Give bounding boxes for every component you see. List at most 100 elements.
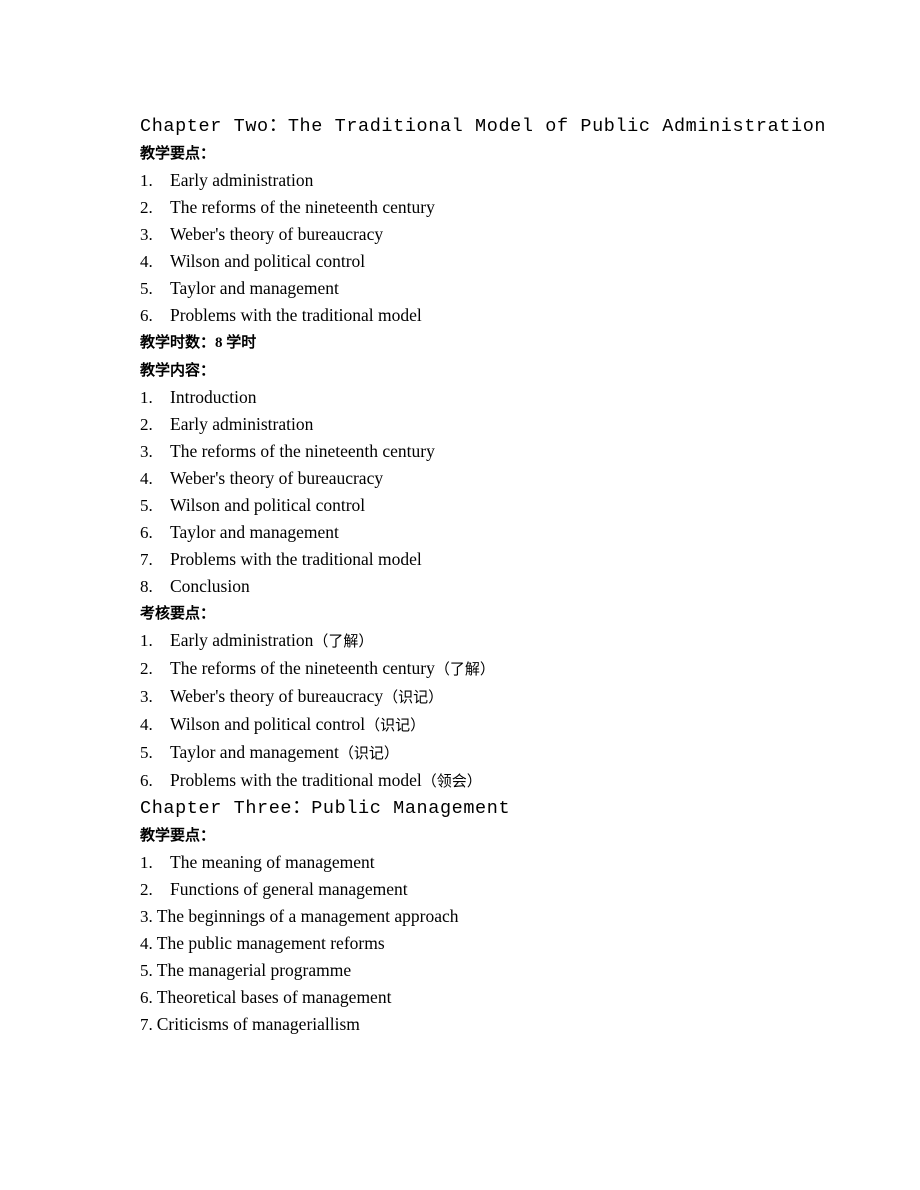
- list-text: Problems with the traditional model: [170, 549, 422, 569]
- list-marker: 1.: [140, 631, 153, 650]
- list-text: Taylor and management: [170, 278, 339, 298]
- list-item: 1. Early administration（了解）: [140, 627, 800, 655]
- list-text: Conclusion: [170, 576, 250, 596]
- list-item: 4. Weber's theory of bureaucracy: [140, 465, 800, 492]
- list-item: 2. Early administration: [140, 411, 800, 438]
- chapter-three-teaching-points-list: 1. The meaning of management 2. Functions …: [140, 849, 800, 1038]
- list-marker: 7.: [140, 1015, 153, 1034]
- list-text: The reforms of the nineteenth century: [170, 197, 435, 217]
- list-marker: 5.: [140, 279, 153, 298]
- assessment-level-note: （领会）: [421, 772, 482, 790]
- teaching-hours-label: 教学时数：: [140, 333, 216, 351]
- list-marker: 6.: [140, 306, 153, 325]
- list-item: 8. Conclusion: [140, 573, 800, 600]
- assessment-level-note: （了解）: [313, 632, 374, 650]
- chapter-two-teaching-points-label: 教学要点：: [140, 144, 216, 162]
- list-marker: 1.: [140, 853, 153, 872]
- list-marker: 3.: [140, 687, 153, 706]
- list-item: 3. Weber's theory of bureaucracy（识记）: [140, 683, 800, 711]
- list-item: 2. The reforms of the nineteenth century（…: [140, 655, 800, 683]
- list-item: 4. Wilson and political control（识记）: [140, 711, 800, 739]
- list-text: The beginnings of a management approach: [156, 906, 459, 926]
- list-item: 5. Taylor and management（识记）: [140, 739, 800, 767]
- list-text: Early administration: [170, 630, 314, 650]
- chapter-two-teaching-content-label: 教学内容：: [140, 361, 216, 379]
- list-text: The meaning of management: [170, 852, 375, 872]
- list-text: The reforms of the nineteenth century: [170, 441, 435, 461]
- list-item: 6. Taylor and management: [140, 519, 800, 546]
- list-item: 4. The public management reforms: [140, 930, 800, 957]
- list-marker: 2.: [140, 415, 153, 434]
- list-marker: 6.: [140, 988, 153, 1007]
- list-marker: 2.: [140, 659, 153, 678]
- list-item: 6. Theoretical bases of management: [140, 984, 800, 1011]
- list-text: The public management reforms: [156, 933, 385, 953]
- list-text: Theoretical bases of management: [156, 987, 392, 1007]
- list-text: Weber's theory of bureaucracy: [170, 224, 384, 244]
- list-item: 6. Problems with the traditional model: [140, 302, 800, 329]
- chapter-two-assessment-list: 1. Early administration（了解） 2. The reforms…: [140, 627, 800, 795]
- list-item: 1. Early administration: [140, 167, 800, 194]
- list-item: 3. Weber's theory of bureaucracy: [140, 221, 800, 248]
- teaching-hours-value: 8 学时: [215, 335, 257, 351]
- list-text: The reforms of the nineteenth century: [170, 658, 435, 678]
- list-marker: 8.: [140, 577, 153, 596]
- list-item: 1. The meaning of management: [140, 849, 800, 876]
- list-marker: 3.: [140, 225, 153, 244]
- list-marker: 7.: [140, 550, 153, 569]
- list-item: 5. The managerial programme: [140, 957, 800, 984]
- list-marker: 6.: [140, 771, 153, 790]
- list-marker: 4.: [140, 934, 153, 953]
- chapter-two-heading: Chapter Two：The Traditional Model of Pub…: [140, 116, 827, 137]
- chapter-two-assessment-label: 考核要点：: [140, 604, 216, 622]
- list-marker: 1.: [140, 388, 153, 407]
- list-text: Wilson and political control: [170, 251, 366, 271]
- list-text: Early administration: [170, 414, 314, 434]
- list-text: Early administration: [170, 170, 314, 190]
- list-marker: 3.: [140, 907, 153, 926]
- list-text: The managerial programme: [156, 960, 352, 980]
- list-text: Problems with the traditional model: [170, 305, 422, 325]
- list-marker: 3.: [140, 442, 153, 461]
- chapter-two-teaching-content-list: 1. Introduction 2. Early administration 3.…: [140, 384, 800, 600]
- chapter-two-teaching-points-list: 1. Early administration 2. The reforms of …: [140, 167, 800, 329]
- list-item: 1. Introduction: [140, 384, 800, 411]
- list-marker: 5.: [140, 743, 153, 762]
- chapter-three-heading: Chapter Three：Public Management: [140, 798, 511, 819]
- list-text: Wilson and political control: [170, 495, 366, 515]
- list-item: 7. Criticisms of manageriallism: [140, 1011, 800, 1038]
- list-marker: 4.: [140, 715, 153, 734]
- list-marker: 1.: [140, 171, 153, 190]
- list-text: Problems with the traditional model: [170, 770, 422, 790]
- list-marker: 2.: [140, 880, 153, 899]
- list-item: 7. Problems with the traditional model: [140, 546, 800, 573]
- assessment-level-note: （了解）: [434, 660, 495, 678]
- list-marker: 4.: [140, 252, 153, 271]
- list-text: Wilson and political control: [170, 714, 366, 734]
- list-text: Weber's theory of bureaucracy: [170, 686, 384, 706]
- assessment-level-note: （识记）: [383, 688, 444, 706]
- list-marker: 2.: [140, 198, 153, 217]
- list-item: 6. Problems with the traditional model（领会…: [140, 767, 800, 795]
- document-body: Chapter Two：The Traditional Model of Pub…: [140, 113, 827, 1038]
- chapter-two-teaching-hours: 教学时数：8 学时: [140, 329, 800, 357]
- list-text: Taylor and management: [170, 522, 339, 542]
- list-item: 2. Functions of general management: [140, 876, 800, 903]
- list-item: 3. The reforms of the nineteenth century: [140, 438, 800, 465]
- list-item: 4. Wilson and political control: [140, 248, 800, 275]
- document-page: Chapter Two：The Traditional Model of Pub…: [0, 0, 920, 1190]
- list-marker: 5.: [140, 961, 153, 980]
- list-marker: 5.: [140, 496, 153, 515]
- chapter-three-teaching-points-label: 教学要点：: [140, 826, 216, 844]
- list-item: 5. Taylor and management: [140, 275, 800, 302]
- list-text: Functions of general management: [170, 879, 408, 899]
- list-text: Criticisms of manageriallism: [156, 1014, 360, 1034]
- list-item: 3. The beginnings of a management approac…: [140, 903, 800, 930]
- list-marker: 4.: [140, 469, 153, 488]
- list-text: Taylor and management: [170, 742, 339, 762]
- list-marker: 6.: [140, 523, 153, 542]
- list-item: 5. Wilson and political control: [140, 492, 800, 519]
- assessment-level-note: （识记）: [365, 716, 426, 734]
- list-text: Weber's theory of bureaucracy: [170, 468, 384, 488]
- list-text: Introduction: [170, 387, 257, 407]
